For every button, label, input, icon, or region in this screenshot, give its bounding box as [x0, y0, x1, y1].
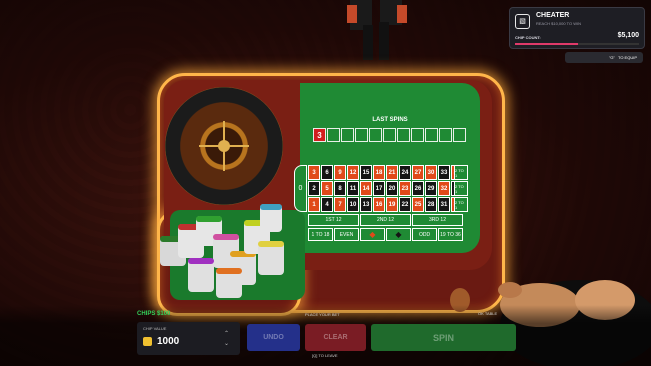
last-spins-row: 3 [313, 128, 466, 142]
bet-number[interactable]: 11 [347, 181, 359, 196]
last-spin-cell [425, 128, 438, 142]
bet-number[interactable]: 24 [399, 165, 411, 180]
number-grid: 3691215182124273033362581114172023262932… [308, 165, 463, 212]
bet-dozen[interactable]: 1ST 12 [308, 214, 359, 226]
last-spin-cell [397, 128, 410, 142]
bet-number[interactable]: 22 [399, 197, 411, 212]
leave-key: [Q] [312, 353, 318, 358]
chips-balance: CHIPS $100 [137, 311, 170, 317]
bet-number[interactable]: 5 [321, 181, 333, 196]
chip-stacks [160, 204, 284, 298]
clear-button[interactable]: CLEAR [305, 324, 366, 351]
chip-value-label: CHIP VALUE [143, 326, 167, 331]
objective-title: CHEATER [536, 12, 570, 19]
bet-outside[interactable]: EVEN [334, 228, 359, 241]
bet-number[interactable]: 15 [360, 165, 372, 180]
bet-number[interactable]: 1 [308, 197, 320, 212]
last-spin-cell [355, 128, 368, 142]
wheel-spokes [199, 121, 249, 171]
bet-number[interactable]: 29 [425, 181, 437, 196]
last-spins-title: LAST SPINS [372, 117, 408, 123]
bet-number[interactable]: 2 [308, 181, 320, 196]
chip-value-selector[interactable]: CHIP VALUE 1000 ⌃ ⌄ [137, 322, 240, 355]
bet-number[interactable]: 27 [412, 165, 424, 180]
bet-number[interactable]: 10 [347, 197, 359, 212]
chip-progress-bar [515, 43, 639, 45]
place-bet-prompt: PLACE YOUR BET [305, 312, 340, 317]
objective-subtitle: REACH $10,000 TO WIN [536, 21, 581, 26]
objective-card: ▧ CHEATER REACH $10,000 TO WIN CHIP COUN… [509, 7, 645, 49]
last-spin-cell [327, 128, 340, 142]
bet-outside[interactable]: 19 TO 36 [438, 228, 463, 241]
bet-number[interactable]: 25 [412, 197, 424, 212]
bet-number[interactable]: 28 [425, 197, 437, 212]
chip-count-value: $5,100 [617, 32, 639, 39]
bet-number[interactable]: 14 [360, 181, 372, 196]
last-spin-cell [369, 128, 382, 142]
bet-column[interactable]: 2 TO 1 [454, 165, 468, 180]
bet-red[interactable]: ◆ [360, 228, 385, 241]
last-spin-cell [411, 128, 424, 142]
bet-number[interactable]: 21 [386, 165, 398, 180]
bet-dozen[interactable]: 3RD 12 [412, 214, 463, 226]
bet-number[interactable]: 12 [347, 165, 359, 180]
bet-number[interactable]: 16 [373, 197, 385, 212]
bet-number[interactable]: 26 [412, 181, 424, 196]
bet-number[interactable]: 6 [321, 165, 333, 180]
bet-number[interactable]: 19 [386, 197, 398, 212]
bet-number[interactable]: 32 [438, 181, 450, 196]
chips-value: $100 [157, 311, 171, 317]
chip-progress-fill [515, 43, 579, 45]
bet-column[interactable]: 2 TO 1 [454, 181, 468, 196]
bet-number[interactable]: 18 [373, 165, 385, 180]
bet-number[interactable]: 31 [438, 197, 450, 212]
outside-bets: 1 TO 18 EVEN ◆ ◆ ODD 19 TO 36 [308, 228, 463, 241]
chip-value: 1000 [157, 336, 180, 347]
last-spin-cell [383, 128, 396, 142]
bet-number[interactable]: 17 [373, 181, 385, 196]
bet-dozen[interactable]: 2ND 12 [360, 214, 411, 226]
bet-number[interactable]: 8 [334, 181, 346, 196]
bet-number[interactable]: 7 [334, 197, 346, 212]
bet-number[interactable]: 9 [334, 165, 346, 180]
bet-number[interactable]: 20 [386, 181, 398, 196]
chip-count-label: CHIP COUNT: [515, 35, 541, 40]
objective-icon: ▧ [515, 14, 530, 29]
bet-number[interactable]: 3 [308, 165, 320, 180]
chips-label: CHIPS [137, 311, 156, 317]
column-bets: 2 TO 12 TO 12 TO 1 [454, 165, 468, 212]
last-spin-cell [439, 128, 452, 142]
dozen-bets: 1ST 12 2ND 12 3RD 12 [308, 214, 463, 226]
last-spin-cell: 3 [313, 128, 326, 142]
bet-column[interactable]: 2 TO 1 [454, 197, 468, 212]
equip-hint: "G" TO EQUIP [565, 52, 643, 63]
bet-outside[interactable]: ODD [412, 228, 437, 241]
bet-number[interactable]: 4 [321, 197, 333, 212]
leave-hint: [Q] TO LEAVE [312, 353, 338, 358]
last-spin-cell [453, 128, 466, 142]
leave-label: TO LEAVE [318, 353, 338, 358]
chip-icon [143, 337, 152, 346]
equip-key: "G" [609, 55, 615, 60]
bet-outside[interactable]: 1 TO 18 [308, 228, 333, 241]
spin-button[interactable]: SPIN [371, 324, 516, 351]
bet-number[interactable]: 33 [438, 165, 450, 180]
bet-number[interactable]: 23 [399, 181, 411, 196]
last-spin-cell [341, 128, 354, 142]
chevron-up-icon[interactable]: ⌃ [224, 330, 229, 337]
bet-number[interactable]: 30 [425, 165, 437, 180]
bet-number[interactable]: 13 [360, 197, 372, 212]
dealer-legs [347, 0, 407, 60]
chevron-down-icon[interactable]: ⌄ [224, 340, 229, 347]
table-limit-text: OK TABLE [478, 311, 498, 316]
equip-label: TO EQUIP [617, 55, 637, 60]
bet-black[interactable]: ◆ [386, 228, 411, 241]
undo-button[interactable]: UNDO [247, 324, 300, 351]
